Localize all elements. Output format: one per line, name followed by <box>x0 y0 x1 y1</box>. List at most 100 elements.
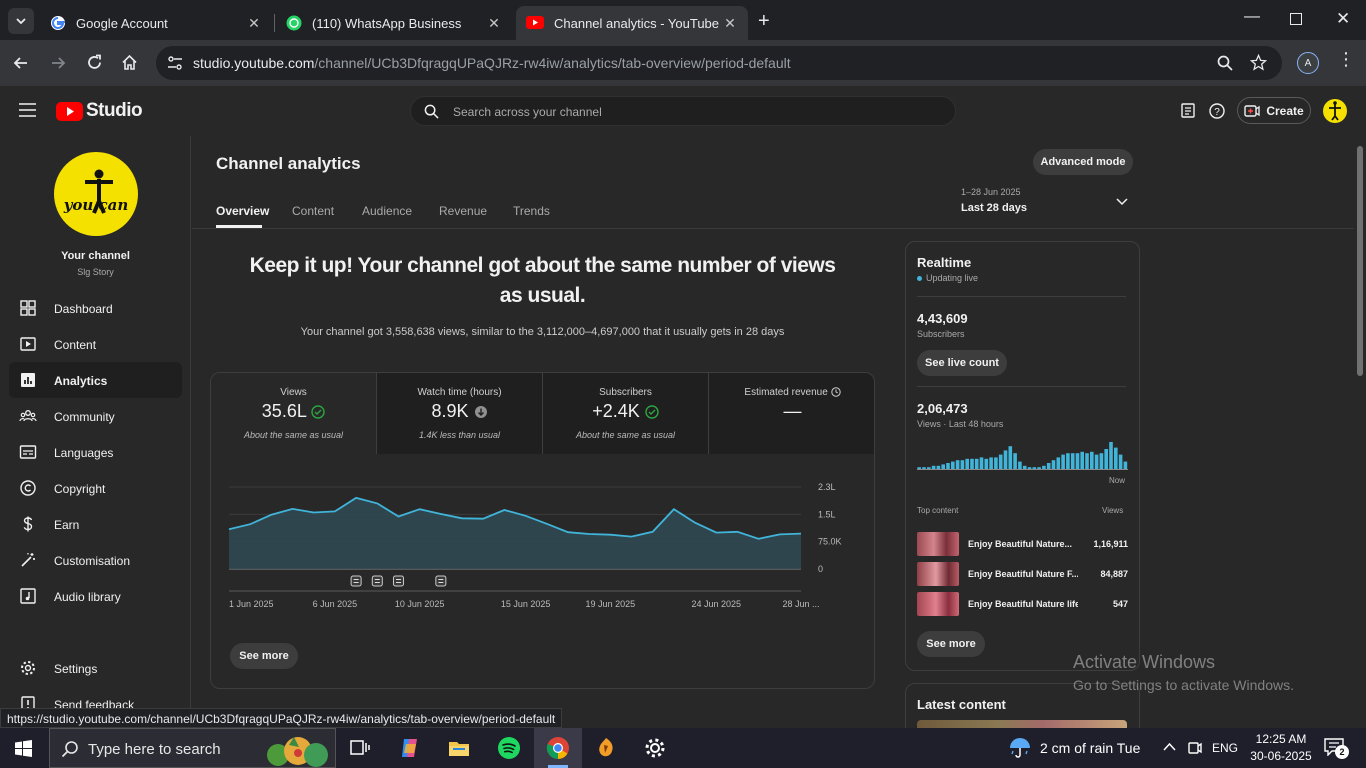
close-icon[interactable]: ✕ <box>486 15 502 32</box>
sidebar-item-languages[interactable]: Languages <box>9 434 182 470</box>
sidebar-item-community[interactable]: Community <box>9 398 182 434</box>
tab-audience[interactable]: Audience <box>362 204 412 218</box>
video-views: 84,887 <box>1100 569 1128 579</box>
metric-subscribers[interactable]: Subscribers +2.4K About the same as usua… <box>543 373 709 454</box>
file-explorer-icon[interactable] <box>447 736 471 760</box>
create-button[interactable]: Create <box>1237 97 1311 124</box>
home-icon[interactable] <box>121 54 138 71</box>
chrome-taskbar-button[interactable] <box>534 728 582 768</box>
search-icon <box>61 741 78 758</box>
realtime-see-more-button[interactable]: See more <box>917 631 985 657</box>
browser-menu-icon[interactable]: ⋮ <box>1337 50 1355 68</box>
account-avatar[interactable] <box>1323 99 1347 123</box>
realtime-bar <box>1123 461 1128 470</box>
sidebar-item-copyright[interactable]: Copyright <box>9 470 182 506</box>
upload-marker-icon[interactable] <box>392 575 404 587</box>
tab-channel-analytics[interactable]: Channel analytics - YouTube Stu ✕ <box>516 6 748 40</box>
back-arrow-icon[interactable] <box>13 55 29 71</box>
task-view-icon[interactable] <box>348 736 372 760</box>
copilot-icon[interactable] <box>398 736 422 760</box>
hamburger-menu-icon[interactable] <box>19 103 36 117</box>
tab-trends[interactable]: Trends <box>513 204 550 218</box>
sidebar-item-content[interactable]: Content <box>9 326 182 362</box>
top-content-row[interactable]: Enjoy Beautiful Nature F... 84,887 <box>917 562 1128 588</box>
input-language[interactable]: ENG <box>1212 741 1238 755</box>
notification-badge: 2 <box>1335 745 1349 759</box>
create-label: Create <box>1266 103 1304 118</box>
sidebar-item-customisation[interactable]: Customisation <box>9 542 182 578</box>
profile-avatar[interactable]: A <box>1297 52 1319 74</box>
see-more-button[interactable]: See more <box>230 643 298 669</box>
video-title: Enjoy Beautiful Nature... <box>968 539 1073 549</box>
new-tab-button[interactable]: + <box>758 10 770 33</box>
camera-usage-icon[interactable] <box>1187 740 1203 756</box>
forward-arrow-icon[interactable] <box>50 55 66 71</box>
taskbar-search-box[interactable]: Type here to search <box>49 728 336 768</box>
tab-content[interactable]: Content <box>292 204 334 218</box>
advanced-mode-button[interactable]: Advanced mode <box>1033 149 1133 175</box>
restore-button[interactable] <box>1290 13 1302 25</box>
sidebar-item-settings[interactable]: Settings <box>9 650 182 686</box>
realtime-bar <box>1118 454 1123 470</box>
top-content-row[interactable]: Enjoy Beautiful Nature... 1,16,911 <box>917 532 1128 558</box>
site-info-icon[interactable] <box>167 55 183 71</box>
realtime-views-bars[interactable] <box>917 440 1128 470</box>
rain-umbrella-icon[interactable] <box>1008 736 1032 760</box>
sidebar-item-label: Community <box>54 410 115 424</box>
notification-center-button[interactable]: 2 <box>1324 738 1350 760</box>
spotify-icon[interactable] <box>497 736 521 760</box>
tab-search-button[interactable] <box>8 8 34 34</box>
address-bar[interactable]: studio.youtube.com/channel/UCb3DfqragqUP… <box>156 46 1282 80</box>
metric-estimated-revenue[interactable]: Estimated revenue — <box>709 373 874 454</box>
help-icon[interactable]: ? <box>1209 103 1225 119</box>
google-icon <box>51 16 65 30</box>
metric-value-text: 35.6L <box>261 401 307 421</box>
see-live-count-button[interactable]: See live count <box>917 350 1007 376</box>
studio-logo[interactable]: Studio <box>56 100 143 122</box>
top-content-row[interactable]: Enjoy Beautiful Nature life ... 547 <box>917 592 1128 618</box>
scrollbar-thumb[interactable] <box>1357 146 1363 376</box>
subtitles-icon[interactable] <box>1181 103 1195 118</box>
windows-start-icon[interactable] <box>15 740 32 757</box>
realtime-bar <box>1109 442 1113 470</box>
realtime-bar <box>1013 453 1017 470</box>
metric-views[interactable]: Views 35.6L About the same as usual <box>211 373 377 454</box>
weather-text[interactable]: 2 cm of rain Tue <box>1040 740 1140 756</box>
close-icon[interactable]: ✕ <box>722 15 738 32</box>
tab-whatsapp-business[interactable]: (110) WhatsApp Business ✕ <box>276 6 512 40</box>
page-scrollbar[interactable] <box>1355 136 1366 728</box>
clock-time[interactable]: 12:25 AM <box>1241 732 1321 746</box>
browser-toolbar: studio.youtube.com/channel/UCb3DfqragqUP… <box>0 40 1366 86</box>
sidebar-item-analytics[interactable]: Analytics <box>9 362 182 398</box>
close-icon[interactable]: ✕ <box>246 15 262 32</box>
bookmark-star-icon[interactable] <box>1250 54 1267 71</box>
x-tick-label: 6 Jun 2025 <box>313 599 358 609</box>
tab-google-account[interactable]: Google Account ✕ <box>40 6 272 40</box>
fl-studio-icon[interactable] <box>594 736 618 760</box>
channel-avatar[interactable]: you can <box>54 152 138 236</box>
window-close-button[interactable]: ✕ <box>1336 9 1350 29</box>
metric-watch-time[interactable]: Watch time (hours) 8.9K 1.4K less than u… <box>377 373 543 454</box>
sidebar-item-label: Settings <box>54 662 98 676</box>
views-chart[interactable]: 0 75.0K 1.5L 2.3L 1 Jun 2025 6 Jun 2025 10 Jun… <box>211 454 875 634</box>
realtime-bar <box>994 457 998 470</box>
tab-overview[interactable]: Overview <box>216 204 269 218</box>
settings-gear-icon[interactable] <box>643 736 667 760</box>
realtime-bar <box>1075 453 1080 470</box>
sidebar-item-audio-library[interactable]: Audio library <box>9 578 182 614</box>
clock-date[interactable]: 30-06-2025 <box>1241 749 1321 763</box>
realtime-bar <box>1090 451 1094 470</box>
reload-icon[interactable] <box>86 54 103 71</box>
upload-marker-icon[interactable] <box>371 575 383 587</box>
channel-search-input[interactable]: Search across your channel <box>410 96 956 126</box>
sidebar-item-dashboard[interactable]: Dashboard <box>9 290 182 326</box>
chevron-up-icon[interactable] <box>1163 742 1176 752</box>
date-range-picker[interactable]: 1–28 Jun 2025 Last 28 days <box>961 187 1141 221</box>
tab-title: (110) WhatsApp Business <box>312 15 462 31</box>
upload-marker-icon[interactable] <box>435 575 447 587</box>
upload-marker-icon[interactable] <box>350 575 362 587</box>
zoom-icon[interactable] <box>1217 55 1233 71</box>
sidebar-item-earn[interactable]: Earn <box>9 506 182 542</box>
tab-revenue[interactable]: Revenue <box>439 204 487 218</box>
minimize-button[interactable]: — <box>1244 8 1260 26</box>
